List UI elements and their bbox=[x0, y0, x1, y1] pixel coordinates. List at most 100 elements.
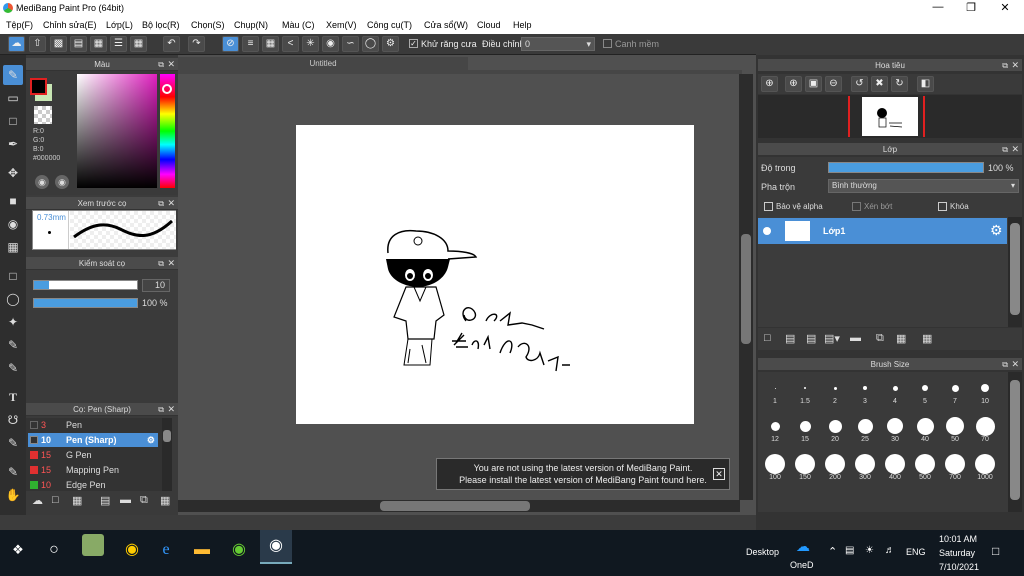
brush-size-preset[interactable]: 5 bbox=[910, 378, 940, 408]
gear-icon[interactable]: ⚙ bbox=[147, 433, 155, 447]
brush-size-preset[interactable]: 300 bbox=[850, 454, 880, 484]
medibang-taskbar-icon[interactable]: ◉ bbox=[260, 530, 292, 564]
saturation-value-picker[interactable] bbox=[77, 74, 157, 188]
brush-size-scrollbar[interactable] bbox=[1008, 372, 1022, 512]
menu-select[interactable]: Chọn(S) bbox=[191, 20, 225, 30]
menu-color[interactable]: Màu (C) bbox=[282, 20, 315, 30]
cortana-icon[interactable]: ○ bbox=[40, 536, 68, 564]
fill-rect-tool-icon[interactable]: ■ bbox=[3, 191, 23, 211]
update-notice[interactable]: You are not using the latest version of … bbox=[436, 458, 730, 490]
divide-tool-icon[interactable]: ☋ bbox=[3, 410, 23, 430]
rotate-right-icon[interactable]: ↻ bbox=[891, 76, 908, 92]
brush-size-preset[interactable]: 1.5 bbox=[790, 378, 820, 408]
select-tool-icon[interactable]: □ bbox=[3, 266, 23, 286]
duplicate-layer-icon[interactable]: ⧉ bbox=[876, 332, 884, 345]
brush-size-preset[interactable]: 40 bbox=[910, 416, 940, 446]
brush-item[interactable]: 3 Pen bbox=[28, 418, 158, 432]
delete-brush-icon[interactable]: ▦ bbox=[160, 494, 170, 507]
close-notice-icon[interactable]: ✕ bbox=[713, 468, 725, 480]
close-icon[interactable]: ✕ bbox=[1011, 59, 1019, 72]
duplicate-icon[interactable]: ⧉ bbox=[140, 494, 148, 507]
magic-wand-icon[interactable]: ✦ bbox=[3, 312, 23, 332]
close-icon[interactable]: ✕ bbox=[167, 58, 175, 71]
brush-list-scrollbar[interactable] bbox=[162, 418, 172, 491]
close-icon[interactable]: ✕ bbox=[167, 197, 175, 210]
canvas-horizontal-scrollbar[interactable] bbox=[178, 500, 740, 512]
rectangle-tool-icon[interactable]: □ bbox=[3, 111, 23, 131]
scroll-thumb[interactable] bbox=[1010, 223, 1020, 315]
language-label[interactable]: ENG bbox=[906, 547, 926, 557]
brush-size-preset[interactable]: 70 bbox=[970, 416, 1000, 446]
brush-size-preset[interactable]: 100 bbox=[760, 454, 790, 484]
close-icon[interactable]: ✕ bbox=[1011, 358, 1019, 371]
palette-icon[interactable]: ◉ bbox=[35, 175, 49, 189]
cloud-icon[interactable]: ☁ bbox=[8, 36, 25, 52]
layer-scrollbar[interactable] bbox=[1008, 217, 1022, 327]
menu-view[interactable]: Xem(V) bbox=[326, 20, 357, 30]
close-icon[interactable]: ✕ bbox=[167, 257, 175, 270]
popout-icon[interactable]: ⧉ bbox=[158, 403, 164, 416]
edge-browser-icon[interactable]: e bbox=[152, 536, 180, 564]
chrome-like-icon[interactable]: ◉ bbox=[225, 536, 253, 564]
new-8bit-layer-icon[interactable]: ▤ bbox=[806, 332, 816, 345]
brush-size-preset[interactable]: 12 bbox=[760, 416, 790, 446]
canvas-vertical-scrollbar[interactable] bbox=[739, 74, 753, 500]
rotate-reset-icon[interactable]: ✖ bbox=[871, 76, 888, 92]
comment-icon[interactable]: ▤ bbox=[70, 36, 87, 52]
select-eraser-icon[interactable]: ✎ bbox=[3, 358, 23, 378]
brush-size-slider[interactable] bbox=[33, 280, 138, 290]
list-icon[interactable]: ☰ bbox=[110, 36, 127, 52]
volume-icon[interactable]: ♬ bbox=[885, 545, 895, 556]
brush-size-preset[interactable]: 1 bbox=[760, 378, 790, 408]
close-icon[interactable]: ✕ bbox=[167, 403, 175, 416]
brush-size-preset[interactable]: 4 bbox=[880, 378, 910, 408]
menu-cloud[interactable]: Cloud bbox=[477, 20, 501, 30]
no-snap-icon[interactable]: ⊘ bbox=[222, 36, 239, 52]
menu-help[interactable]: Help bbox=[513, 20, 532, 30]
app-icon[interactable]: ◉ bbox=[118, 536, 146, 564]
brush-size-preset[interactable]: 15 bbox=[790, 416, 820, 446]
gradient-tool-icon[interactable]: ▦ bbox=[3, 237, 23, 257]
zoom-in-icon[interactable]: ⊕ bbox=[761, 76, 778, 92]
vanish-snap-icon[interactable]: < bbox=[282, 36, 299, 52]
lock-checkbox[interactable] bbox=[938, 202, 947, 211]
edge-checkbox[interactable] bbox=[603, 39, 612, 48]
brush-size-preset[interactable]: 50 bbox=[940, 416, 970, 446]
brush-size-preset[interactable]: 400 bbox=[880, 454, 910, 484]
transparent-swatch[interactable] bbox=[34, 106, 52, 124]
zoom-out-icon[interactable]: ⊕ bbox=[785, 76, 802, 92]
new-layer-icon[interactable]: □ bbox=[764, 332, 771, 344]
drawing-canvas[interactable] bbox=[296, 125, 694, 424]
correction-select[interactable]: 0 ▾ bbox=[521, 37, 595, 51]
hand-tool-icon[interactable]: ✋ bbox=[3, 485, 23, 505]
brush-item-selected[interactable]: 10 Pen (Sharp) ⚙ bbox=[28, 433, 158, 447]
popout-icon[interactable]: ⧉ bbox=[1002, 59, 1008, 72]
brush-item[interactable]: 15 Mapping Pen bbox=[28, 463, 158, 477]
eraser-tool-icon[interactable]: ▭ bbox=[3, 88, 23, 108]
chevron-up-icon[interactable]: ⌃ bbox=[828, 545, 837, 558]
popout-icon[interactable]: ⧉ bbox=[158, 197, 164, 210]
brush-size-preset[interactable]: 30 bbox=[880, 416, 910, 446]
layer-opacity-slider[interactable] bbox=[828, 162, 984, 173]
concentric-snap-icon[interactable]: ◉ bbox=[322, 36, 339, 52]
move-tool-icon[interactable]: ✥ bbox=[3, 163, 23, 183]
file-explorer-icon[interactable]: ▬ bbox=[188, 536, 216, 564]
brush-opacity-slider[interactable] bbox=[33, 298, 138, 308]
circle-snap-icon[interactable]: ◯ bbox=[362, 36, 379, 52]
scroll-thumb[interactable] bbox=[741, 234, 751, 344]
layer-row[interactable]: Lớp1 ⚙ bbox=[758, 218, 1007, 244]
menu-layer[interactable]: Lớp(L) bbox=[106, 20, 133, 30]
new-halftone-layer-icon[interactable]: ▤ bbox=[785, 332, 795, 345]
brush-size-preset[interactable]: 25 bbox=[850, 416, 880, 446]
menu-capture[interactable]: Chụp(N) bbox=[234, 20, 268, 30]
desktop-label[interactable]: Desktop bbox=[746, 547, 779, 557]
battery-icon[interactable]: ▤ bbox=[845, 545, 854, 556]
menu-window[interactable]: Cửa sổ(W) bbox=[424, 20, 468, 30]
clock-time[interactable]: 10:01 AM bbox=[939, 534, 977, 544]
brush-size-preset[interactable]: 200 bbox=[820, 454, 850, 484]
antialias-checkbox[interactable]: ✓ bbox=[409, 39, 418, 48]
brush-size-preset[interactable]: 1000 bbox=[970, 454, 1000, 484]
game-app-icon[interactable] bbox=[82, 534, 104, 556]
brush-size-preset[interactable]: 500 bbox=[910, 454, 940, 484]
shape-tool-icon[interactable]: ✒ bbox=[3, 134, 23, 154]
